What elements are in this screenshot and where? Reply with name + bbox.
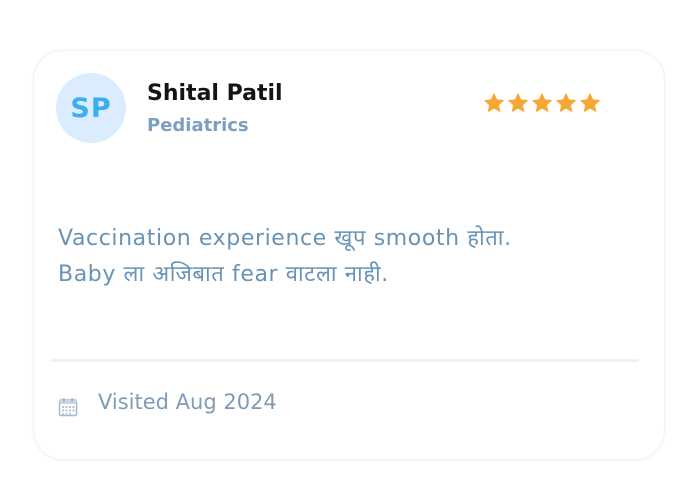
review-line: Vaccination experience खूप smooth होता. [58, 226, 512, 251]
review-card: SP Shital Patil Pediatrics Vaccination e… [33, 50, 665, 460]
review-line: Baby ला अजिबात fear वाटला नाही. [58, 262, 389, 287]
divider [51, 359, 639, 362]
review-text: Vaccination experience खूप smooth होता. … [58, 221, 638, 293]
star-icon [531, 92, 553, 113]
calendar-icon [58, 398, 78, 417]
star-rating [482, 91, 602, 115]
avatar: SP [56, 73, 126, 143]
reviewer-specialty: Pediatrics [147, 115, 249, 136]
star-icon [483, 92, 505, 113]
reviewer-name: Shital Patil [147, 81, 283, 106]
star-icon [579, 92, 601, 113]
star-icon [507, 92, 529, 113]
star-icon [555, 92, 577, 113]
visit-date: Visited Aug 2024 [98, 390, 277, 414]
